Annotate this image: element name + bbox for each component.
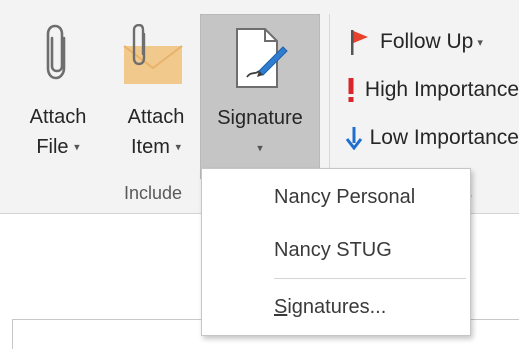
- high-importance-button[interactable]: High Importance: [344, 72, 519, 108]
- attach-item-label: Attach Item ▾: [127, 106, 185, 158]
- chevron-down-icon: ▾: [477, 36, 483, 49]
- signatures-settings-item[interactable]: Signatures...: [274, 296, 386, 319]
- signature-item-nancy-stug[interactable]: Nancy STUG: [274, 239, 392, 262]
- attach-file-label: Attach File ▾: [29, 106, 87, 158]
- include-group-label: Include: [124, 183, 183, 203]
- exclamation-icon: [348, 78, 354, 102]
- signature-dropdown-menu: Nancy Personal Nancy STUG Signatures...: [201, 168, 471, 336]
- flag-icon: [351, 30, 368, 55]
- down-arrow-icon: [345, 127, 362, 150]
- menu-separator: [274, 278, 466, 279]
- paperclip-icon: [46, 24, 66, 80]
- signature-label: Signature ▾: [217, 107, 303, 155]
- attach-file-button[interactable]: Attach File ▾: [14, 14, 102, 179]
- follow-up-button[interactable]: Follow Up ▾: [344, 24, 519, 60]
- chevron-down-icon: ▾: [175, 141, 181, 154]
- attach-item-button[interactable]: Attach Item ▾: [110, 14, 202, 179]
- message-area-left-border: [12, 319, 13, 349]
- signature-item-nancy-personal[interactable]: Nancy Personal: [274, 186, 415, 209]
- chevron-down-icon: ▾: [74, 141, 80, 154]
- envelope-paperclip-icon: [123, 24, 183, 84]
- signature-button[interactable]: Signature ▾: [200, 14, 320, 179]
- chevron-down-icon: ▾: [257, 142, 263, 155]
- low-importance-button[interactable]: Low Importance: [344, 120, 519, 156]
- signature-pen-icon: [236, 28, 288, 88]
